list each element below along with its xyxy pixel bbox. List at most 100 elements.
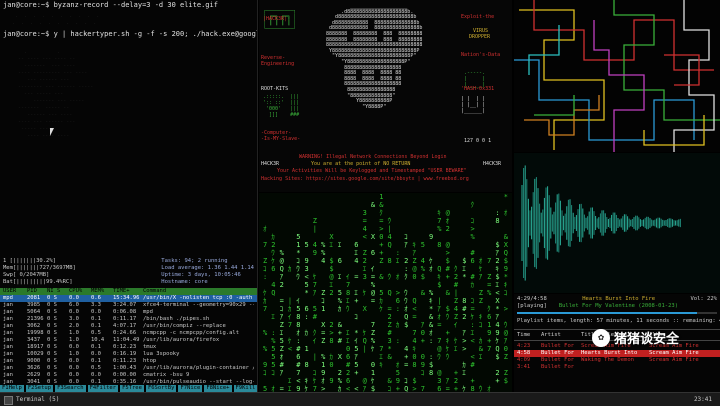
process-list[interactable]: mpd 2081 0 S 0.0 0.6 15:34.96/usr/bin/X -noli… xyxy=(0,295,257,386)
process-cell: 0:16.19 xyxy=(113,351,137,357)
process-row[interactable]: mpd 2081 0 S 0.0 0.6 15:34.96/usr/bin/X -noli… xyxy=(0,295,257,302)
now-playing-album: Bullet For My Valentine (2008-01-23) xyxy=(558,303,679,309)
process-cell: /usr/bin/compiz --replace xyxy=(143,323,226,329)
progress-bar[interactable] xyxy=(517,312,717,314)
matrix-column: ｷ ｱ Z @ 0 Q < = 7 4 ｷ 0 8 $ > xyxy=(412,241,417,392)
process-cell: 0 S xyxy=(47,309,57,315)
ascii-left-art: .:::::. ||| ':: ::' ||| '000' ||| ]]] ##… xyxy=(263,94,300,118)
playlist-cell: 4:58 xyxy=(517,350,531,356)
process-cell: jan xyxy=(3,316,13,322)
htop-panel[interactable]: 1 [|||||||30.2%] Mem[|||||||727/3697MB] … xyxy=(0,258,257,392)
fkey-f8nice+[interactable]: F8Nice+ xyxy=(204,385,232,392)
playlist-row[interactable]: 4:58 Bullet For Hearts Burst Into Scream Ai… xyxy=(514,350,720,357)
taskbar-terminal-button[interactable]: Terminal (5) xyxy=(16,393,59,406)
matrix-column: 5 9 3 < 5 * 6 : ｶ 1 8 ｷ ｹ xyxy=(304,241,309,392)
process-row[interactable]: jan 18917 0 S 0.0 0.1 0:12.23 tmux xyxy=(0,344,257,351)
ascii-mushroom-art: ___________________ .d888888888888888888… xyxy=(326,3,423,110)
process-cell: lua 3spooky xyxy=(143,351,180,357)
matrix-column: & X 6 ｲ = % @ = 7 Z % ｹ 0 1 ｹ $ xyxy=(370,201,376,392)
process-row[interactable]: jan 21396 0 S 3.0 0.1 0:11.17/bin/bash ./pipe… xyxy=(0,316,257,323)
process-row[interactable]: jan 3985 0 S 6.0 3.3 3:24.07 xfce4-terminal --… xyxy=(0,302,257,309)
process-cell: 11:04.49 xyxy=(113,337,140,343)
playlist[interactable]: 4:23 Bullet For Scream Aim Fire Scream Aim … xyxy=(514,343,720,371)
process-cell: 2.0 xyxy=(69,323,79,329)
playlist-cell: Bullet For xyxy=(541,350,575,356)
col-cpu[interactable]: CPU% xyxy=(69,288,91,295)
process-cell: 0:00.00 xyxy=(113,372,137,378)
playlist-cell: 3:41 xyxy=(517,364,531,370)
matrix-column: % % 4 Z ｺ 1 X = Z % 1 9 ｵ > xyxy=(321,241,326,392)
col-command[interactable]: Command xyxy=(143,288,254,295)
mem-meter: Mem[|||||||727/3697MB] xyxy=(3,265,76,271)
process-cell: /bin/bash ./pipes.sh xyxy=(143,316,210,322)
process-cell: 2081 xyxy=(27,295,41,301)
fkey-f1help[interactable]: F1Help xyxy=(0,385,24,392)
matrix-column: 6 ｴ 4 = ｴ + ｺ * ｲ 5 ｱ 5 + < xyxy=(354,241,359,392)
matrix-column: ｷ 7 % 8 Q ｷ $ | ｱ ｵ = 7 @ ｳ @ 3 6 xyxy=(437,209,442,392)
process-row[interactable]: jan 19998 0 S 1.0 0.5 0:24.66 ncmpcpp -c ncmpc… xyxy=(0,330,257,337)
swap-meter: Swp[ 0/2047MB] xyxy=(3,272,50,278)
process-cell: tmux xyxy=(143,344,157,350)
matrix-column: X ｴ $ $ @ ｴ 2 2 > 8 ｶ 0 9 xyxy=(329,233,334,385)
process-row[interactable]: jan 9000 0 S 0.0 0.1 0:11.23 htop xyxy=(0,358,257,365)
process-cell: 19998 xyxy=(27,330,44,336)
process-row[interactable]: jan 5064 0 S 0.0 0.0 0:06.08 mpd xyxy=(0,309,257,316)
process-cell: 0 S xyxy=(47,302,57,308)
process-row[interactable]: jan 3062 0 S 2.0 0.1 4:07.17/usr/bin/compiz -… xyxy=(0,323,257,330)
process-row[interactable]: jan 10029 0 S 1.0 0.0 0:16.19 lua 3spooky xyxy=(0,351,257,358)
taskbar-clock: 23:41 xyxy=(693,396,712,403)
playback-status: [playing] xyxy=(517,303,547,309)
terminal-faded-code: . . -- ---- --- ---- -- ------- --- ----… xyxy=(18,49,94,139)
matrix-column: $ ｴ * 8 # 2 ｱ > > ｶ ｴ ｹ xyxy=(462,257,467,392)
process-cell: 0.0 xyxy=(69,365,79,371)
process-cell: 0 S xyxy=(47,316,57,322)
htop-function-keys[interactable]: F1Help F2Setup F3Search F4Filter F5Tree F6Sor… xyxy=(0,385,257,392)
matrix-column: % @ Q ｱ 2 = ｺ ｱ Z ｴ 5 Z ｵ # ｱ = xyxy=(279,249,284,392)
process-row[interactable]: jan 3437 0 S 1.0 10.4 11:04.49/usr/lib/aurora… xyxy=(0,337,257,344)
process-cell: 0.0 xyxy=(69,358,79,364)
col-pid[interactable]: PID xyxy=(27,288,47,295)
process-cell: 0:12.23 xyxy=(113,344,137,350)
process-cell: 10029 xyxy=(27,351,44,357)
process-row[interactable]: jan 3626 0 S 0.0 0.5 1:00.43/usr/lib/aurora/p… xyxy=(0,365,257,372)
playlist-row[interactable]: 3:41 Bullet For xyxy=(514,364,720,371)
terminal-command-1: jan@core:~$ byzanz-record --delay=3 -d 3… xyxy=(3,1,218,9)
col-ni-s[interactable]: NI S xyxy=(47,288,69,295)
col-mem[interactable]: MEM% xyxy=(91,288,113,295)
matrix-column: ｶ 2 ｳ ｹ 6 4 Q ｴ : % 5 5 5 ｺ ｵ xyxy=(271,233,276,392)
process-cell: 0.0 xyxy=(69,372,79,378)
fkey-f3search[interactable]: F3Search xyxy=(55,385,86,392)
audio-visualizer-pane[interactable] xyxy=(514,153,720,293)
fkey-f7nice[interactable]: F7Nice xyxy=(178,385,203,392)
process-cell: 15:34.96 xyxy=(113,295,140,301)
process-cell: 0.0 xyxy=(91,372,101,378)
playlist-row[interactable]: 4:09 Bullet For Waking The Demon Scream Aim… xyxy=(514,357,720,364)
matrix-column: : ｴ ｵ > 6 : ｶ : ｵ 5 9 + xyxy=(395,249,401,392)
fkey-f2setup[interactable]: F2Setup xyxy=(25,385,54,392)
volume-label: Vol: 22% xyxy=(690,296,717,302)
process-cell: 0 S xyxy=(47,330,57,336)
pipes-animation-pane[interactable] xyxy=(514,0,720,152)
fkey-f4filter[interactable]: F4Filter xyxy=(87,385,119,392)
col-user[interactable]: USER xyxy=(3,288,27,295)
fkey-f9kill[interactable]: F9Kill xyxy=(233,385,257,392)
fkey-f5tree[interactable]: F5Tree xyxy=(120,385,144,392)
cmatrix-pane[interactable]: ｵ 7 Z ｺ : ｹ ｶ 7 % % 9 ｺ 5 ｶ 2 ｳ ｹ 6 4 Q … xyxy=(259,193,512,392)
playlist-info: Playlist items, length: 57 minutes, 11 s… xyxy=(517,318,720,324)
ascii-art-pane[interactable]: ┌─────────┐ │ ╔═╗ ╔═╗ │ │ ║ ║ ║ ║ │ └───… xyxy=(259,0,512,192)
terminal-left-pane[interactable]: jan@core:~$ byzanz-record --delay=3 -d 3… xyxy=(0,0,258,392)
process-cell: 3.0 xyxy=(69,316,79,322)
htop-header-row[interactable]: USER PID NI S CPU% MEM% TIME+ Command xyxy=(0,288,257,295)
process-row[interactable]: jan 2629 0 S 0.0 0.0 0:00.00 cmatrix -bsu 9 xyxy=(0,372,257,379)
process-cell: jan xyxy=(3,358,13,364)
terminal-task-icon[interactable] xyxy=(4,396,13,405)
process-cell: jan xyxy=(3,351,13,357)
ascii-footer-link[interactable]: Hacking Sites: https://sites.google.com/… xyxy=(261,176,469,182)
col-time[interactable]: TIME+ xyxy=(113,288,143,295)
taskbar: Terminal (5) 23:41 xyxy=(0,392,720,406)
process-cell: 0 S xyxy=(47,372,57,378)
process-cell: 3985 xyxy=(27,302,41,308)
fkey-f6sortby[interactable]: F6SortBy xyxy=(145,385,177,392)
matrix-column: : 8 $ ｱ 2 ｷ $ ｴ < X * ｱ 4 9 ｹ Q $ 2 + xyxy=(495,209,500,385)
process-cell: 9000 xyxy=(27,358,41,364)
